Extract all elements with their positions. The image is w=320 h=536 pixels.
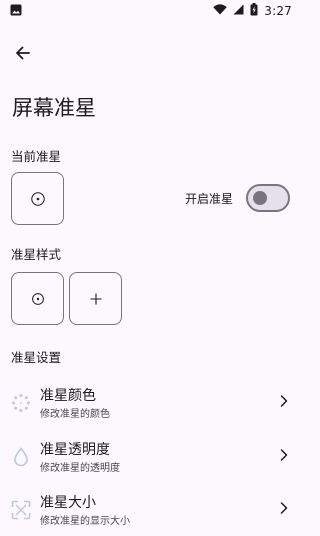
water-drop-icon (11, 447, 31, 467)
wifi-icon (213, 4, 227, 18)
setting-subtitle: 修改准星的显示大小 (40, 516, 130, 527)
image-icon (10, 4, 22, 19)
setting-title: 准星大小 (40, 495, 96, 511)
crosshair-style-label: 准星样式 (11, 247, 62, 262)
resize-icon (11, 500, 31, 520)
dot-circle-icon (30, 191, 45, 206)
current-crosshair-label: 当前准星 (11, 149, 62, 164)
battery-charging-icon (250, 3, 258, 19)
enable-crosshair-label: 开启准星 (185, 191, 234, 206)
setting-crosshair-opacity[interactable]: 准星透明度 修改准星的透明度 (0, 435, 300, 483)
setting-subtitle: 修改准星的透明度 (40, 463, 120, 474)
color-dots-icon (11, 393, 31, 413)
setting-title: 准星透明度 (40, 442, 110, 458)
enable-crosshair-row: 开启准星 (185, 183, 233, 213)
setting-crosshair-size[interactable]: 准星大小 修改准星的显示大小 (0, 488, 300, 536)
clock-time: 3:27 (264, 4, 292, 18)
chevron-right-icon (280, 449, 288, 461)
status-bar: 3:27 (0, 0, 300, 22)
setting-subtitle: 修改准星的颜色 (40, 409, 110, 420)
page-title: 屏幕准星 (12, 96, 96, 120)
back-button[interactable] (8, 38, 38, 68)
current-crosshair-preview (11, 172, 64, 225)
status-icons: 3:27 (213, 3, 292, 19)
dot-circle-icon (31, 292, 44, 305)
signal-icon (233, 4, 244, 18)
style-option-dot-circle[interactable] (11, 272, 64, 325)
setting-crosshair-color[interactable]: 准星颜色 修改准星的颜色 (0, 381, 300, 429)
setting-title: 准星颜色 (40, 388, 96, 404)
style-option-plus[interactable] (69, 272, 122, 325)
crosshair-settings-label: 准星设置 (11, 350, 62, 365)
plus-icon (90, 293, 101, 304)
arrow-left-icon (16, 46, 30, 60)
chevron-right-icon (280, 395, 288, 407)
enable-crosshair-toggle[interactable] (246, 184, 290, 212)
chevron-right-icon (280, 502, 288, 514)
